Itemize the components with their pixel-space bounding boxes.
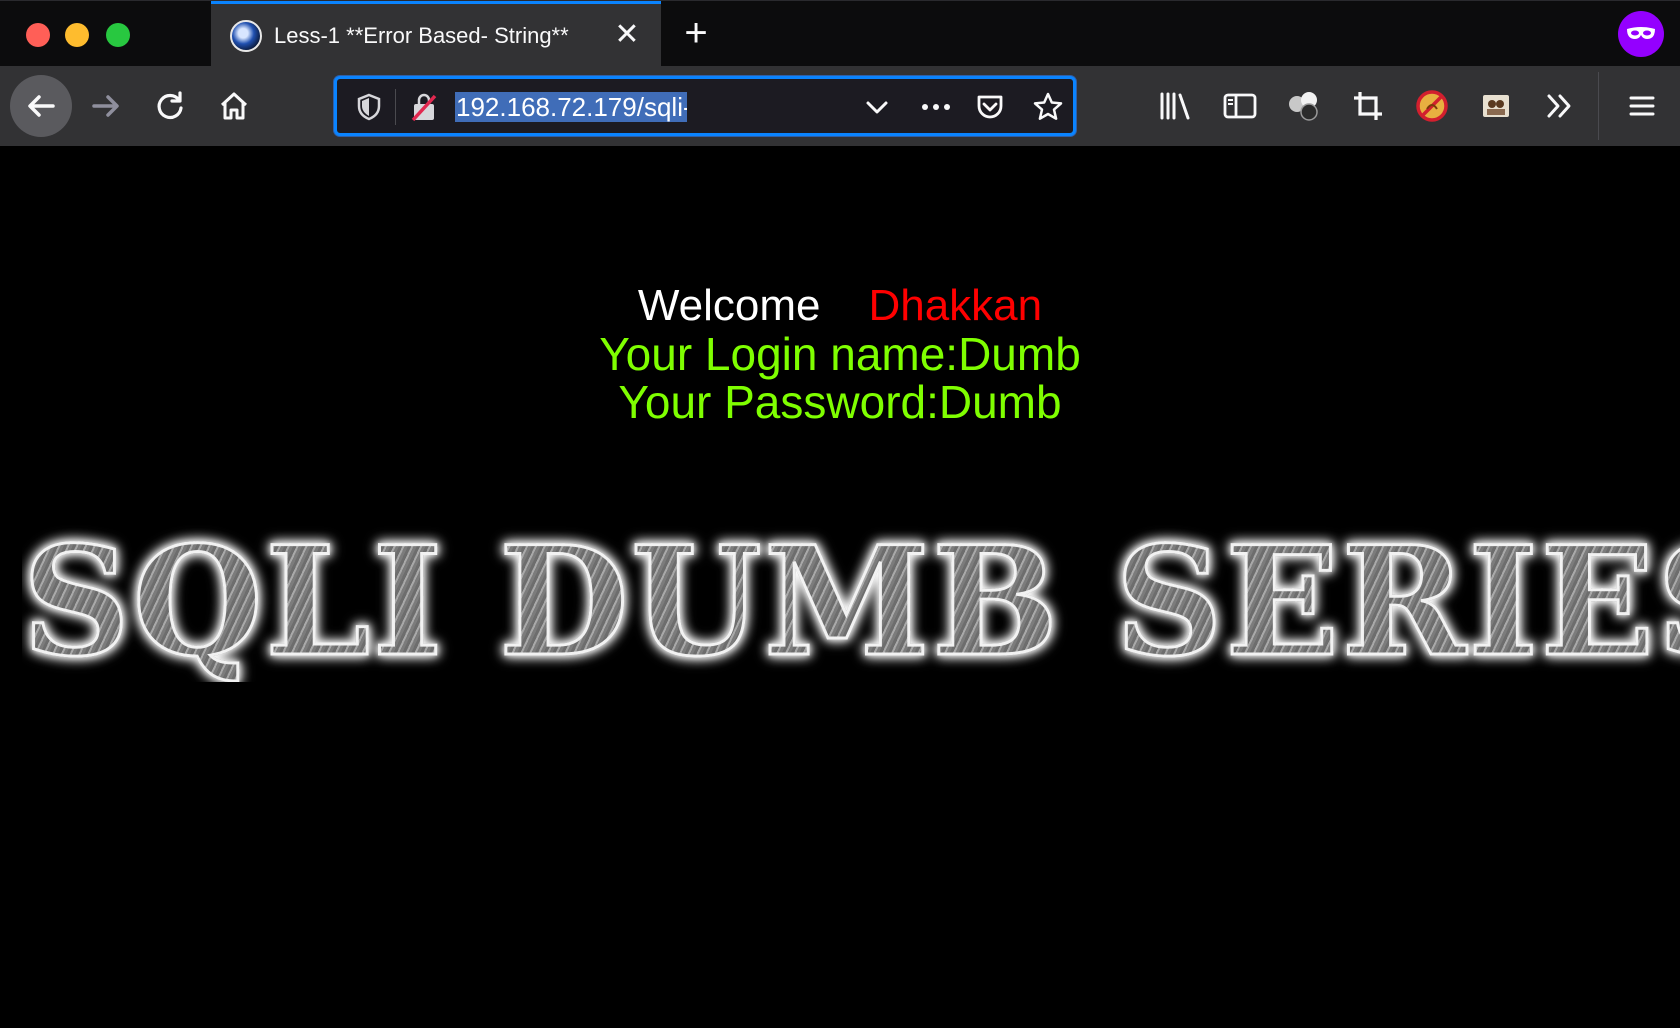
tab-active[interactable]: Less-1 **Error Based- String** ✕: [211, 1, 661, 67]
url-value: 192.168.72.179/sqli-labs/Less-1: [455, 92, 687, 122]
tracking-protection-shield-icon[interactable]: [354, 92, 384, 122]
page-actions-more-icon[interactable]: [921, 92, 951, 122]
page-content: Welcome Dhakkan Your Login name:Dumb Your…: [0, 146, 1680, 1028]
welcome-line: Welcome Dhakkan: [0, 282, 1680, 330]
banner-text: SQLI DUMB SERIES: [22, 522, 1680, 682]
home-button[interactable]: [204, 76, 264, 136]
tab-title: Less-1 **Error Based- String**: [274, 22, 569, 48]
forward-button[interactable]: [76, 76, 136, 136]
window-minimize-button[interactable]: [65, 23, 89, 47]
window-close-button[interactable]: [26, 23, 50, 47]
insecure-lock-icon[interactable]: [409, 92, 439, 122]
sidebar-toggle-icon[interactable]: [1220, 86, 1260, 126]
private-browsing-icon[interactable]: [1618, 11, 1664, 57]
url-text[interactable]: 192.168.72.179/sqli-labs/Less-1: [455, 90, 687, 124]
new-tab-button[interactable]: +: [676, 13, 716, 54]
screenshot-crop-icon[interactable]: [1348, 86, 1388, 126]
hamburger-menu-icon[interactable]: [1622, 86, 1662, 126]
pocket-icon[interactable]: [975, 92, 1005, 122]
noscript-icon[interactable]: [1412, 86, 1452, 126]
reload-icon: [157, 91, 183, 120]
sqli-labs-favicon-icon: [230, 19, 262, 52]
extension-spheres-icon[interactable]: [1284, 86, 1324, 126]
welcome-name: Dhakkan: [868, 281, 1043, 330]
chevron-down-icon[interactable]: [862, 92, 892, 122]
library-icon[interactable]: [1156, 86, 1196, 126]
reload-button[interactable]: [140, 76, 200, 136]
home-icon: [220, 92, 248, 120]
welcome-label: Welcome: [637, 281, 821, 330]
login-name-result: Your Login name:Dumb: [599, 328, 1081, 380]
sqli-dumb-series-banner: SQLI DUMB SERIES: [22, 522, 1680, 682]
tab-strip: Less-1 **Error Based- String** ✕ +: [0, 0, 1680, 67]
extension-photo-icon[interactable]: [1476, 86, 1516, 126]
browser-window: Less-1 **Error Based- String** ✕ + 192.1…: [0, 0, 1680, 1028]
window-maximize-button[interactable]: [106, 23, 130, 47]
back-arrow-icon: [28, 95, 55, 117]
toolbar-separator: [1598, 72, 1599, 140]
password-result: Your Password:Dumb: [618, 376, 1062, 428]
url-bar-divider: [395, 89, 396, 125]
back-button[interactable]: [10, 75, 72, 137]
url-bar[interactable]: 192.168.72.179/sqli-labs/Less-1: [334, 76, 1076, 136]
forward-arrow-icon: [92, 95, 119, 117]
overflow-chevron-icon[interactable]: [1540, 86, 1580, 126]
bookmark-star-icon[interactable]: [1033, 92, 1063, 122]
close-tab-icon[interactable]: ✕: [613, 20, 641, 50]
